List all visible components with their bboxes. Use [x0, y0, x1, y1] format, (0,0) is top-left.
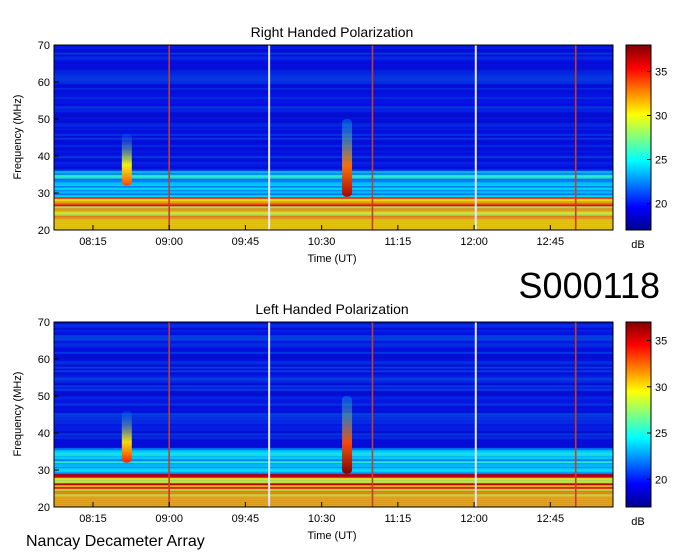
x-tick-label: 10:30 — [308, 236, 336, 248]
y-tick-label: 60 — [38, 77, 50, 89]
y-axis-label: Frequency (MHz) — [12, 95, 24, 180]
y-tick-label: 40 — [38, 151, 50, 163]
spectrogram-plot: 20 30 40 50 60 70 08:15 09:00 09:45 10:30 11:15 12:… — [38, 317, 614, 525]
x-tick-label: 11:15 — [385, 236, 412, 248]
x-tick-label: 09:45 — [232, 236, 260, 248]
data-gap-line — [268, 45, 271, 230]
right-polarization-panel: Right Handed Polarization 20 30 40 50 60 70 08… — [12, 24, 667, 265]
y-tick-label: 30 — [38, 188, 50, 200]
y-tick-label: 20 — [38, 225, 50, 237]
x-tick-label: 09:45 — [232, 513, 260, 525]
x-tick-label: 09:00 — [155, 513, 183, 525]
radio-burst — [121, 133, 132, 186]
colorbar-tick-label: 30 — [655, 382, 667, 394]
colorbar-unit-label: dB — [631, 239, 644, 251]
y-tick-label: 20 — [38, 502, 50, 514]
x-tick-label: 08:15 — [79, 513, 107, 525]
x-tick-label: 12:45 — [537, 236, 565, 248]
data-gap-line — [268, 322, 271, 507]
x-tick-label: 09:00 — [155, 236, 183, 248]
colorbar-tick-label: 35 — [655, 336, 667, 348]
colorbar-unit-label: dB — [631, 516, 644, 528]
x-tick-label: 10:30 — [308, 513, 336, 525]
x-tick-label: 12:00 — [460, 236, 488, 248]
y-tick-label: 60 — [38, 354, 50, 366]
radio-burst — [121, 410, 132, 463]
y-tick-label: 30 — [38, 465, 50, 477]
radio-burst — [342, 119, 353, 197]
colorbar-tick-label: 30 — [655, 110, 667, 122]
y-tick-label: 50 — [38, 114, 50, 126]
y-axis-label: Frequency (MHz) — [12, 372, 24, 457]
spectrogram-plot: 20 30 40 50 60 70 08:15 09:00 09:45 10:30 11:15 12:… — [38, 40, 614, 248]
x-tick-label: 11:15 — [385, 513, 412, 525]
colorbar-tick-label: 20 — [655, 199, 667, 211]
x-axis-label: Time (UT) — [307, 253, 356, 265]
panel-title: Right Handed Polarization — [251, 24, 414, 40]
panel-title: Left Handed Polarization — [255, 301, 408, 317]
spectrogram-rows — [54, 45, 613, 230]
spectrogram-figure: Right Handed Polarization 20 30 40 50 60 70 08… — [12, 24, 667, 550]
spectrogram-rows — [54, 322, 613, 507]
left-polarization-panel: Left Handed Polarization 20 30 40 50 60 70 08:… — [12, 301, 667, 542]
radio-burst — [342, 396, 353, 474]
x-tick-label: 12:00 — [460, 513, 488, 525]
colorbar: 20 25 30 35 — [625, 44, 667, 231]
colorbar-tick-label: 25 — [655, 155, 667, 167]
colorbar-tick-label: 25 — [655, 428, 667, 440]
x-tick-label: 08:15 — [79, 236, 107, 248]
y-tick-label: 70 — [38, 40, 50, 52]
y-tick-label: 70 — [38, 317, 50, 329]
colorbar-tick-label: 20 — [655, 474, 667, 486]
y-tick-label: 40 — [38, 428, 50, 440]
instrument-name: Nancay Decameter Array — [26, 533, 205, 550]
data-gap-line — [474, 322, 477, 507]
y-tick-label: 50 — [38, 391, 50, 403]
x-tick-label: 12:45 — [537, 513, 565, 525]
data-gap-line — [474, 45, 477, 230]
observation-id: S000118 — [519, 265, 660, 306]
colorbar-gradient — [625, 44, 652, 231]
colorbar-tick-label: 35 — [655, 66, 667, 78]
colorbar: 20 25 30 35 — [625, 321, 667, 508]
x-axis-label: Time (UT) — [307, 530, 356, 542]
